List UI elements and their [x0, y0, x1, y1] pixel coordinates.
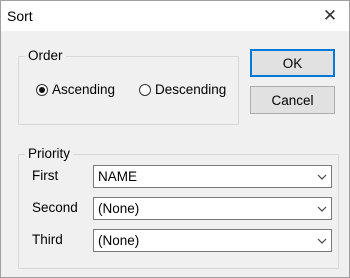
ascending-label: Ascending — [52, 82, 116, 97]
descending-label: Descending — [155, 82, 227, 97]
sort-dialog: Sort ✕ Order Ascending Descending OK Can… — [0, 0, 350, 278]
close-icon: ✕ — [322, 6, 338, 25]
title-bar: Sort ✕ — [1, 1, 349, 31]
priority-group: Priority First NAME Second (None) Third … — [18, 146, 339, 269]
first-sort-select[interactable]: NAME — [93, 165, 332, 188]
second-sort-value: (None) — [98, 201, 140, 216]
radio-unselected-indicator — [139, 83, 151, 96]
cancel-button-label: Cancel — [271, 92, 314, 108]
cancel-button[interactable]: Cancel — [250, 86, 335, 114]
descending-radio[interactable]: Descending — [139, 82, 226, 97]
chevron-down-icon — [313, 238, 331, 244]
close-button[interactable]: ✕ — [311, 1, 349, 31]
third-sort-value: (None) — [98, 233, 140, 248]
ok-button[interactable]: OK — [250, 49, 335, 77]
ok-button-label: OK — [282, 55, 303, 71]
second-label: Second — [32, 200, 78, 215]
first-label: First — [32, 168, 59, 183]
radio-selected-indicator — [36, 83, 48, 96]
dialog-title: Sort — [7, 8, 33, 24]
order-group: Order Ascending Descending — [18, 48, 239, 125]
first-sort-value: NAME — [98, 169, 138, 184]
third-sort-select[interactable]: (None) — [93, 229, 332, 252]
order-legend: Order — [25, 48, 66, 63]
chevron-down-icon — [313, 174, 331, 180]
chevron-down-icon — [313, 206, 331, 212]
ascending-radio[interactable]: Ascending — [36, 82, 115, 97]
third-label: Third — [32, 232, 63, 247]
priority-legend: Priority — [25, 146, 74, 161]
second-sort-select[interactable]: (None) — [93, 197, 332, 220]
